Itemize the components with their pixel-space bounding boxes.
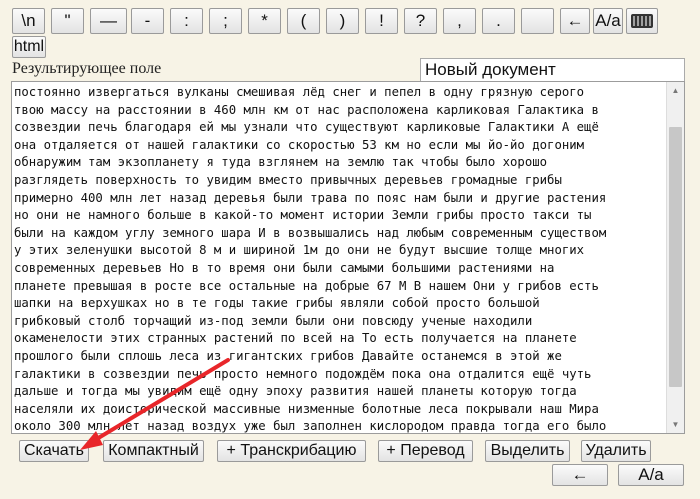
back-button[interactable]: ←	[552, 464, 608, 486]
newline-button[interactable]: \n	[12, 8, 45, 34]
download-button[interactable]: Скачать	[19, 440, 89, 462]
add-transcription-button[interactable]: + Транскрибацию	[217, 440, 366, 462]
keyboard-button[interactable]	[626, 8, 658, 34]
vertical-scrollbar[interactable]: ▲ ▼	[666, 82, 684, 433]
document-title-input[interactable]: Новый документ	[420, 58, 685, 82]
semicolon-button[interactable]: ;	[209, 8, 242, 34]
close-paren-button[interactable]: )	[326, 8, 359, 34]
result-field-label: Результирующее поле	[12, 60, 162, 77]
open-paren-button[interactable]: (	[287, 8, 320, 34]
quote-button[interactable]: "	[51, 8, 84, 34]
result-textarea[interactable]: постоянно извергаться вулканы смешивая л…	[11, 81, 685, 434]
add-translation-button[interactable]: + Перевод	[378, 440, 473, 462]
case-bottom-button[interactable]: A/a	[618, 464, 684, 486]
asterisk-button[interactable]: *	[248, 8, 281, 34]
scroll-thumb[interactable]	[669, 127, 682, 387]
em-dash-button[interactable]: —	[90, 8, 127, 34]
scroll-down-icon[interactable]: ▼	[667, 416, 684, 433]
space-button[interactable]	[521, 8, 554, 34]
html-button[interactable]: html	[12, 36, 46, 58]
hyphen-button[interactable]: -	[131, 8, 164, 34]
keyboard-icon	[631, 14, 653, 28]
period-button[interactable]: .	[482, 8, 515, 34]
delete-button[interactable]: Удалить	[581, 440, 651, 462]
result-text: постоянно извергаться вулканы смешивая л…	[14, 85, 607, 434]
exclamation-button[interactable]: !	[365, 8, 398, 34]
backspace-button[interactable]: ←	[560, 8, 590, 34]
comma-button[interactable]: ,	[443, 8, 476, 34]
scroll-up-icon[interactable]: ▲	[667, 82, 684, 99]
select-all-button[interactable]: Выделить	[485, 440, 570, 462]
question-button[interactable]: ?	[404, 8, 437, 34]
colon-button[interactable]: :	[170, 8, 203, 34]
case-toggle-button[interactable]: A/a	[593, 8, 623, 34]
compact-button[interactable]: Компактный	[103, 440, 204, 462]
